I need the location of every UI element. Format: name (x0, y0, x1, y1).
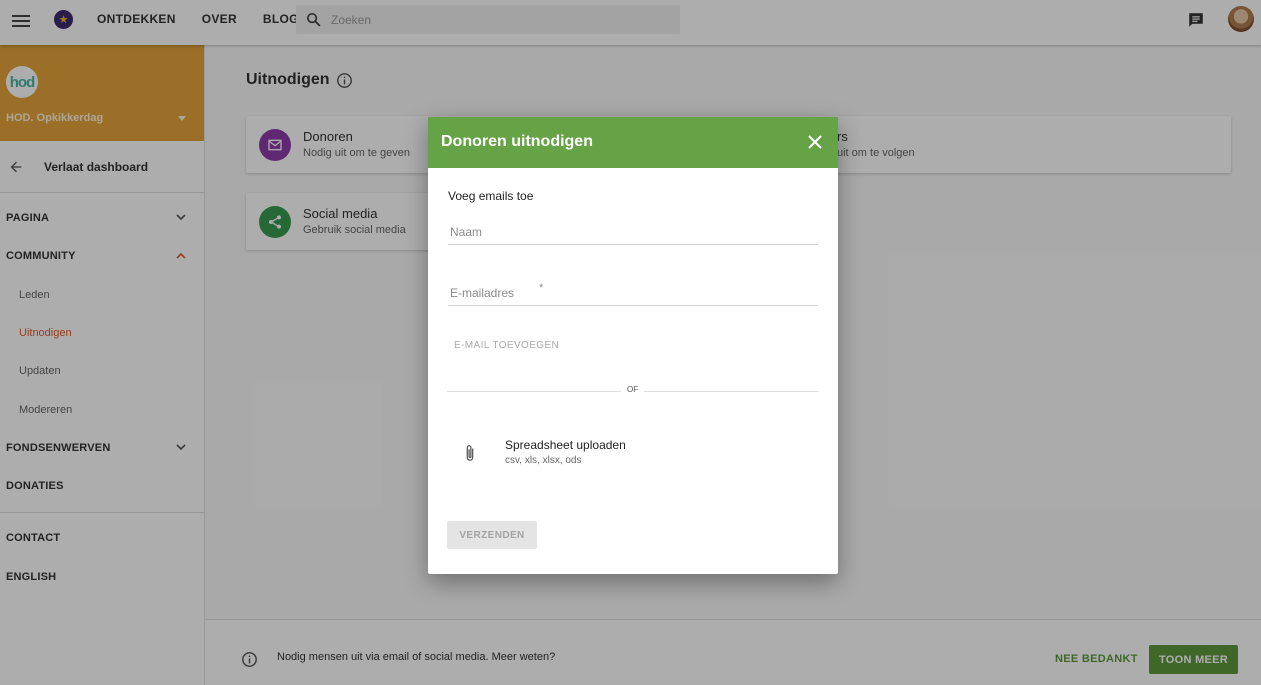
paperclip-icon (466, 445, 474, 461)
name-input[interactable] (448, 221, 818, 243)
dialog-title: Donoren uitnodigen (441, 133, 593, 150)
name-field (448, 221, 818, 245)
upload-title: Spreadsheet uploaden (505, 438, 626, 452)
dialog-header: Donoren uitnodigen (428, 117, 838, 168)
send-button[interactable]: VERZENDEN (447, 521, 537, 549)
required-mark: * (539, 282, 544, 294)
email-field: * (448, 282, 818, 306)
or-label: OF (621, 385, 645, 394)
add-emails-label: Voeg emails toe (448, 189, 534, 203)
upload-spreadsheet-button[interactable]: Spreadsheet uploaden csv, xls, xlsx, ods (448, 432, 818, 474)
email-input[interactable] (448, 282, 818, 304)
invite-donors-dialog: Donoren uitnodigen Voeg emails toe * E-M… (428, 117, 838, 574)
add-email-button[interactable]: E-MAIL TOEVOEGEN (454, 340, 559, 351)
close-icon[interactable] (808, 135, 822, 149)
upload-formats: csv, xls, xlsx, ods (505, 455, 582, 466)
